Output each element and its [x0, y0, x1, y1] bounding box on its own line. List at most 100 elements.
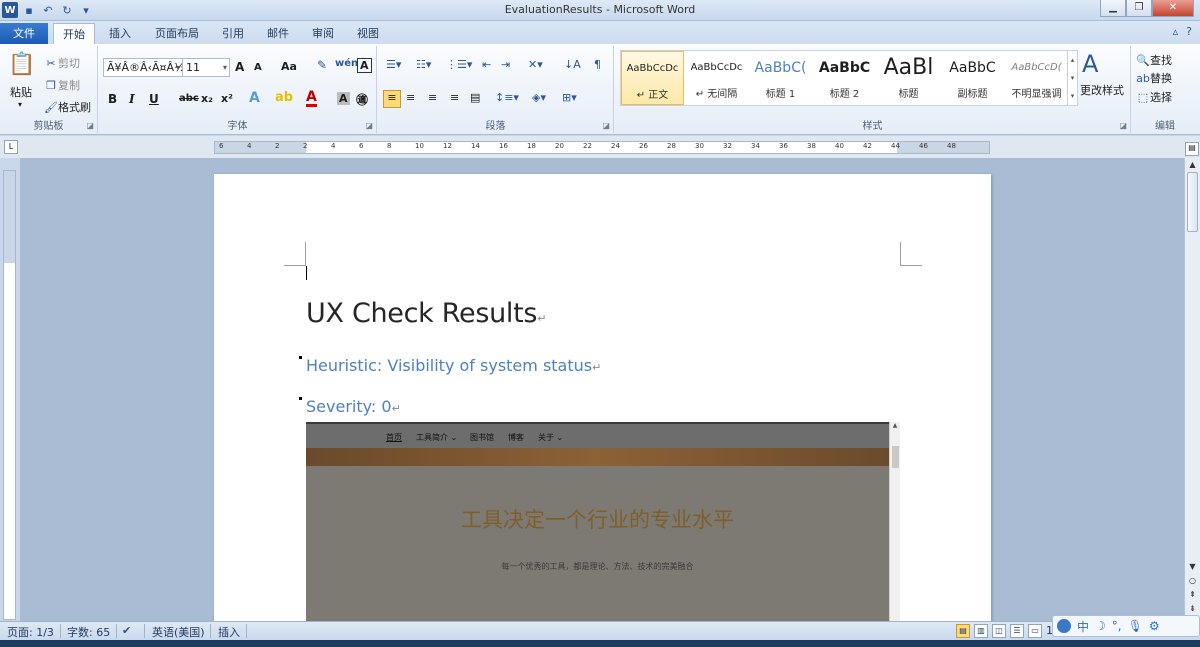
tab-insert[interactable]: 插入 [100, 23, 140, 44]
style-heading-2[interactable]: AaBbC 标题 2 [813, 51, 876, 105]
vertical-scrollbar[interactable]: ▲ ▼ ○ ⇞ ⇟ [1184, 158, 1200, 621]
font-size-combo[interactable]: 11 ▾ [182, 58, 230, 77]
help-icon[interactable]: ? [1186, 25, 1192, 38]
vertical-ruler[interactable] [3, 170, 16, 620]
paste-button[interactable]: 粘贴 [10, 84, 32, 100]
font-color-icon[interactable]: A [306, 90, 317, 107]
font-launcher-icon[interactable]: ◪ [365, 121, 373, 130]
ime-punctuation-icon[interactable]: °, [1112, 619, 1122, 633]
copy-button[interactable]: ❐ 复制 [44, 77, 80, 93]
distributed-button[interactable]: ▤ [470, 91, 480, 104]
find-button[interactable]: 🔍查找 [1136, 52, 1172, 68]
scroll-thumb[interactable] [1187, 172, 1198, 232]
tab-selector-icon[interactable]: L [4, 140, 18, 154]
select-browse-object-icon[interactable]: ○ [1187, 576, 1198, 585]
change-styles-icon[interactable]: A [1082, 50, 1098, 78]
italic-button[interactable]: I [129, 92, 135, 106]
chinese-layout-icon[interactable]: ✕▾ [528, 58, 543, 71]
enclose-char-icon[interactable]: ㊜ [356, 91, 368, 108]
select-button[interactable]: ⬚ 选择 [1136, 89, 1172, 105]
shrink-font-button[interactable]: A [254, 62, 262, 73]
scroll-down-icon[interactable]: ▼ [1187, 562, 1198, 571]
tab-home[interactable]: 开始 [53, 23, 95, 44]
grow-font-button[interactable]: A [235, 60, 244, 74]
paragraph-launcher-icon[interactable]: ◪ [602, 121, 610, 130]
full-reading-view-icon[interactable]: ▥ [974, 624, 988, 638]
ime-logo-icon[interactable] [1057, 619, 1071, 633]
tab-file[interactable]: 文件 [0, 23, 48, 44]
text-effects-icon[interactable]: A [249, 90, 260, 106]
style-subtitle[interactable]: AaBbC 副标题 [941, 51, 1004, 105]
restore-button[interactable]: ❐ [1126, 0, 1152, 17]
insert-mode-status[interactable]: 插入 [218, 624, 240, 640]
previous-page-icon[interactable]: ⇞ [1187, 590, 1198, 599]
style-no-spacing[interactable]: AaBbCcDc ↵ 无间隔 [685, 51, 748, 105]
tab-review[interactable]: 审阅 [304, 23, 342, 44]
phonetic-guide-icon[interactable]: wén [335, 58, 358, 69]
severity-heading[interactable]: Severity: 0↵ [306, 397, 401, 416]
heuristic-heading[interactable]: Heuristic: Visibility of system status↵ [306, 356, 601, 375]
underline-button[interactable]: U [149, 92, 159, 106]
bold-button[interactable]: B [108, 92, 117, 106]
minimize-button[interactable]: ▁ [1100, 0, 1126, 17]
char-shading-icon[interactable]: A [337, 92, 350, 105]
highlight-icon[interactable]: ab [275, 90, 293, 105]
change-case-button[interactable]: Aa [281, 60, 297, 73]
decrease-indent-icon[interactable]: ⇤ [482, 58, 491, 71]
subscript-button[interactable]: x₂ [201, 92, 213, 105]
justify-button[interactable]: ≡ [450, 91, 459, 104]
change-styles-button[interactable]: 更改样式 [1080, 82, 1124, 98]
ime-settings-icon[interactable]: ⚙ [1149, 619, 1160, 633]
ime-halfwidth-icon[interactable]: ☽ [1095, 619, 1106, 633]
tab-mailings[interactable]: 邮件 [259, 23, 297, 44]
style-title[interactable]: AaBl 标题 [877, 51, 940, 105]
align-left-button[interactable]: ≡ [383, 90, 401, 108]
superscript-button[interactable]: x² [221, 92, 233, 105]
char-border-icon[interactable]: A [357, 58, 372, 73]
horizontal-ruler[interactable]: 6 4 2 2 4 6 8 10 12 14 16 18 20 22 24 26 28 30 32 34 36 38 40 4… [214, 141, 990, 154]
tab-page-layout[interactable]: 页面布局 [146, 23, 208, 44]
document-page[interactable]: UX Check Results↵ Heuristic: Visibility … [214, 174, 991, 621]
styles-scroll[interactable]: ▴ ▾ ▾ [1067, 51, 1077, 105]
scroll-up-icon[interactable]: ▲ [1187, 160, 1198, 169]
minimize-ribbon-icon[interactable]: ▵ [1173, 25, 1179, 38]
bullets-icon[interactable]: ☰▾ [386, 58, 401, 71]
ime-mode-zh[interactable]: 中 [1077, 618, 1089, 635]
draft-view-icon[interactable]: ▭ [1028, 624, 1042, 638]
paste-dropdown-icon[interactable]: ▾ [18, 100, 22, 109]
language-status[interactable]: 英语(美国) [152, 624, 205, 640]
numbering-icon[interactable]: ☷▾ [416, 58, 431, 71]
cut-button[interactable]: ✂ 剪切 [44, 55, 80, 71]
style-heading-1[interactable]: AaBbC( 标题 1 [749, 51, 812, 105]
increase-indent-icon[interactable]: ⇥ [501, 58, 510, 71]
clipboard-launcher-icon[interactable]: ◪ [86, 121, 94, 130]
ime-voice-icon[interactable]: 🎙 [1128, 619, 1143, 633]
borders-icon[interactable]: ⊞▾ [562, 91, 577, 104]
print-layout-view-icon[interactable]: ▤ [956, 624, 970, 638]
align-center-button[interactable]: ≡ [406, 91, 415, 104]
ime-toolbar[interactable]: 中 ☽ °, 🎙 ⚙ [1052, 615, 1200, 637]
show-marks-icon[interactable]: ¶ [594, 58, 601, 71]
word-count-status[interactable]: 字数: 65 [67, 624, 110, 640]
tab-view[interactable]: 视图 [349, 23, 387, 44]
font-name-combo[interactable]: Ã¥Â®Â‹Ã¤Â½ ▾ [103, 58, 185, 77]
embedded-screenshot[interactable]: 首页 工具简介 ⌄ 图书馆 博客 关于 ⌄ 工具决定一个行业的专业水平 每一个优… [306, 422, 900, 621]
view-ruler-icon[interactable]: ▤ [1185, 142, 1199, 156]
paste-icon[interactable]: 📋 [8, 52, 35, 77]
tab-references[interactable]: 引用 [214, 23, 252, 44]
page-count-status[interactable]: 页面: 1/3 [7, 624, 54, 640]
next-page-icon[interactable]: ⇟ [1187, 604, 1198, 613]
multilevel-list-icon[interactable]: ⋮☰▾ [446, 58, 472, 71]
document-title[interactable]: UX Check Results↵ [306, 298, 546, 329]
sort-icon[interactable]: ↓A [564, 58, 581, 71]
proofing-icon[interactable]: ✔ [122, 624, 131, 637]
close-button[interactable]: ✕ [1152, 0, 1194, 17]
outline-view-icon[interactable]: ☰ [1010, 624, 1024, 638]
replace-button[interactable]: ab替换 [1136, 70, 1172, 86]
shading-icon[interactable]: ◈▾ [532, 91, 546, 104]
clear-format-icon[interactable]: ✎ [317, 58, 327, 72]
strikethrough-button[interactable]: abc [179, 93, 199, 104]
styles-launcher-icon[interactable]: ◪ [1119, 121, 1127, 130]
style-subtle-emphasis[interactable]: AaBbCcD( 不明显强调 [1005, 51, 1068, 105]
align-right-button[interactable]: ≡ [428, 91, 437, 104]
